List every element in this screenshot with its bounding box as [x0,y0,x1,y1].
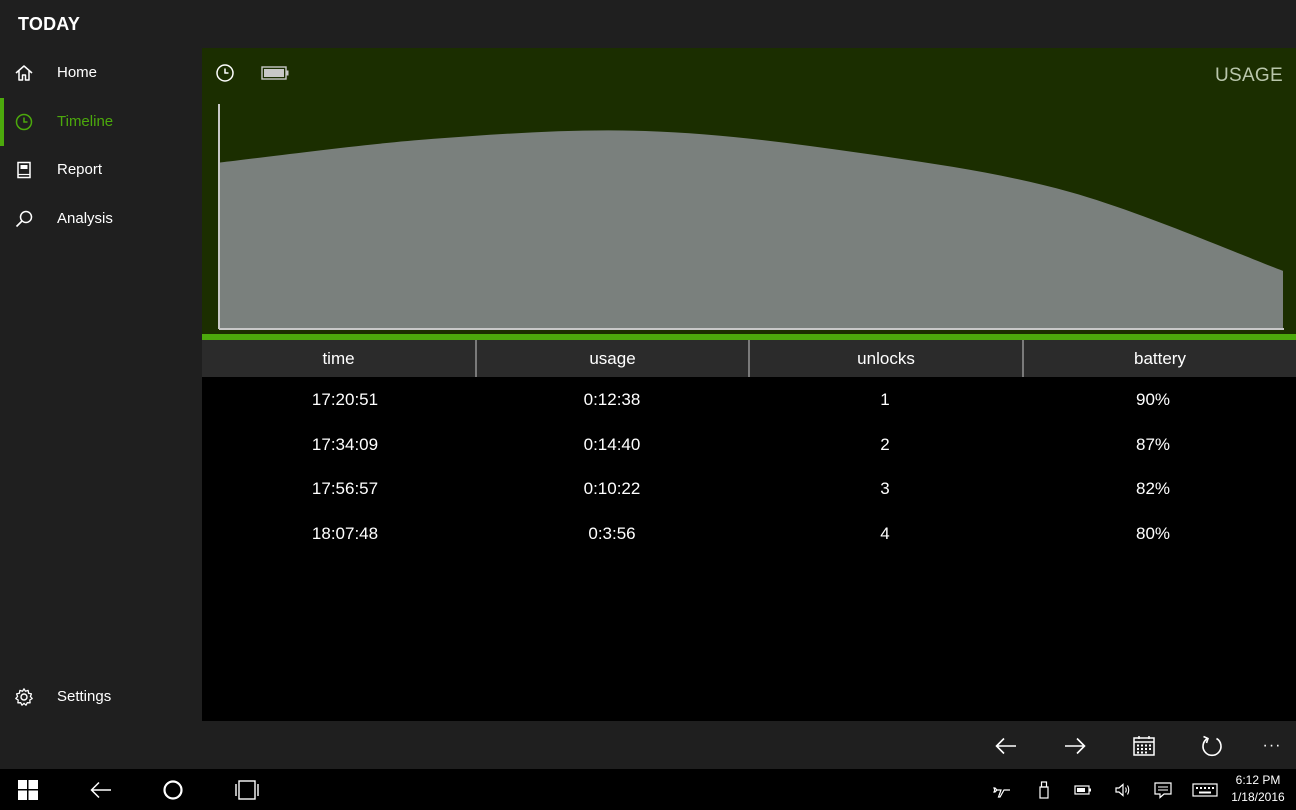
previous-day-button[interactable] [993,733,1019,759]
cell-unlocks: 4 [880,523,890,543]
action-center-icon[interactable] [1153,780,1173,800]
gear-icon [15,688,33,706]
task-view-button[interactable] [233,779,261,806]
cell-battery: 82% [1135,479,1171,498]
active-indicator [0,98,4,146]
task-view-icon [235,780,259,800]
cortana-button[interactable] [162,779,184,806]
taskbar: 6:12 PM 1/18/2016 [0,769,1296,810]
battery-icon [261,66,289,80]
command-bar: ··· [0,721,1296,769]
refresh-icon [1202,735,1222,757]
home-icon [15,65,33,81]
magnifier-icon [15,210,33,228]
sidebar-item-analysis[interactable]: Analysis [0,195,202,243]
cell-time: 17:20:51 [311,390,379,409]
table-header: time usage unlocks battery [202,340,1296,377]
cell-time: 18:07:48 [311,523,379,543]
table-body: 17:20:51 0:12:38 1 90% 17:34:09 0:14:40 … [202,377,1296,555]
cell-time: 17:56:57 [311,479,379,498]
title-bar: TODAY [0,0,1296,48]
more-options-button[interactable]: ··· [1260,733,1284,759]
cell-usage: 0:10:22 [583,479,641,498]
column-header-usage[interactable]: usage [475,340,748,377]
sidebar-nav: Home Timeline Report Analysis Settings [0,48,202,721]
table-row[interactable]: 18:07:48 0:3:56 4 80% [202,511,1296,556]
sidebar-item-label: Home [57,64,98,81]
column-header-unlocks[interactable]: unlocks [748,340,1022,377]
forward-arrow-icon [1065,737,1086,755]
cell-time: 17:34:09 [311,434,379,454]
next-day-button[interactable] [1062,733,1088,759]
start-button[interactable] [18,780,38,805]
sidebar-item-label: Report [57,161,103,178]
clock-time: 6:12 PM [1235,773,1281,787]
sidebar-item-label: Timeline [57,113,114,130]
column-header-time[interactable]: time [202,340,475,377]
back-arrow-icon [995,737,1016,755]
sidebar-item-label: Analysis [57,210,113,227]
cell-battery: 90% [1135,390,1171,409]
cell-battery: 80% [1135,523,1171,543]
cell-usage: 0:3:56 [588,523,636,543]
usb-drive-icon[interactable] [1034,780,1054,800]
back-arrow-icon [90,781,111,799]
volume-icon[interactable] [1113,780,1133,800]
more-icon: ··· [1262,737,1282,754]
sidebar-item-home[interactable]: Home [0,49,202,97]
cell-battery: 87% [1135,434,1171,454]
sidebar-item-report[interactable]: Report [0,146,202,194]
usage-chart-panel: USAGE [202,48,1296,335]
cell-usage: 0:12:38 [583,390,641,409]
usage-chart [218,104,1284,330]
back-button[interactable] [89,779,113,806]
chart-title: USAGE [1214,65,1283,86]
table-row[interactable]: 17:56:57 0:10:22 3 82% [202,466,1296,511]
cell-unlocks: 2 [880,434,890,454]
usage-area [220,130,1283,328]
table-row[interactable]: 17:34:09 0:14:40 2 87% [202,422,1296,467]
sidebar-item-timeline[interactable]: Timeline [0,98,202,146]
cortana-circle-icon [163,780,183,800]
cell-usage: 0:14:40 [583,434,641,454]
calendar-button[interactable] [1131,733,1157,759]
book-icon [17,161,31,179]
column-header-battery[interactable]: battery [1022,340,1296,377]
clock-icon [15,113,33,131]
main-content: USAGE time usage unlocks battery 17:20:5… [202,48,1296,721]
battery-status-icon[interactable] [1073,780,1093,800]
clock-icon [216,64,234,82]
touch-keyboard-icon[interactable] [1192,780,1218,800]
airplane-mode-icon[interactable] [992,780,1012,800]
table-row[interactable]: 17:20:51 0:12:38 1 90% [202,377,1296,422]
calendar-icon [1133,736,1155,756]
clock-toggle-button[interactable] [215,63,235,88]
app-title: TODAY [18,14,81,34]
cell-unlocks: 3 [880,479,890,498]
system-clock[interactable]: 6:12 PM 1/18/2016 [1228,772,1288,806]
sidebar-item-label: Settings [57,688,112,705]
battery-toggle-button[interactable] [261,66,289,85]
refresh-button[interactable] [1199,733,1225,759]
windows-logo-icon [18,780,38,800]
sidebar-item-settings[interactable]: Settings [0,673,202,721]
cell-unlocks: 1 [880,390,890,409]
clock-date: 1/18/2016 [1231,790,1285,804]
